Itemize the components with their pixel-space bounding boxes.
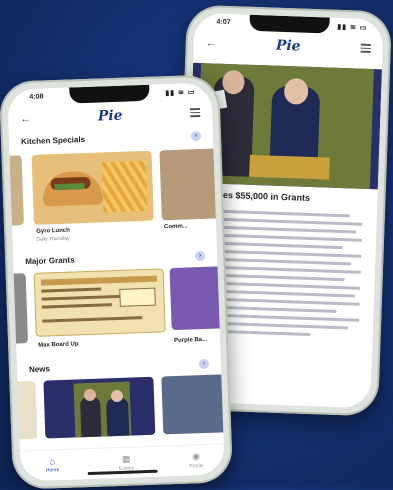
news-card-partial[interactable] [161,374,225,435]
hamburger-menu-icon[interactable] [189,107,201,119]
app-logo: Pie [97,107,123,125]
news-section: News › [11,358,225,455]
section-title: News [28,364,51,375]
hamburger-menu-icon[interactable] [360,43,371,55]
app-logo: Pie [275,37,301,55]
front-phone-screen: 4:08 ▮▮ ≋ ▭ Pie ← Kitchen Specials › Gyr… [7,82,225,482]
chevron-right-icon[interactable]: › [190,130,202,142]
section-title: Major Grants [25,255,75,267]
food-card-partial[interactable] [7,155,24,226]
bottom-tab-bar: ⌂ Home ▦ Events ◉ Profile [19,443,225,482]
food-card-gyro[interactable] [31,150,154,225]
front-phone-frame: 4:08 ▮▮ ≋ ▭ Pie ← Kitchen Specials › Gyr… [0,74,234,490]
home-indicator [87,469,158,476]
back-arrow-icon[interactable]: ← [20,113,31,125]
promo-background: { "back_phone": { "status_time": "4:07",… [0,0,393,490]
tab-label: Profile [189,463,204,470]
food-card-partial[interactable] [159,148,222,221]
app-bar: Pie ← [193,31,383,64]
profile-icon: ◉ [192,451,201,462]
card-title: Purple Ba... [173,336,208,345]
chevron-right-icon[interactable]: › [194,250,206,262]
status-time: 4:07 [216,18,231,27]
article-headline: ...cates $55,000 in Grants [202,189,311,203]
home-icon: ⌂ [49,456,56,467]
card-subtitle: Daily Thursday [36,235,70,243]
tab-home[interactable]: ⌂ Home [32,456,73,474]
grant-card-partial[interactable] [7,273,29,344]
status-time: 4:08 [29,93,44,101]
section-title: Kitchen Specials [20,134,86,147]
card-title: Gyro Lunch [36,227,70,235]
tab-profile[interactable]: ◉ Profile [176,451,217,470]
notch [248,14,330,34]
kitchen-specials-section: Kitchen Specials › Gyro Lunch Daily Thur… [7,130,222,248]
card-title: Comm... [164,223,188,231]
status-icons: ▮▮ ≋ ▭ [165,89,196,98]
major-grants-section: Major Grants › Max Board Up Purple Ba... [7,250,225,357]
card-title: Max Board Up [38,341,79,349]
back-arrow-icon[interactable]: ← [206,37,217,49]
calendar-icon: ▦ [121,453,131,464]
status-icons: ▮▮ ≋ ▭ [337,23,368,32]
grant-card-partial[interactable] [169,266,225,331]
tab-label: Home [45,467,60,474]
chevron-right-icon[interactable]: › [198,358,210,370]
notch [69,84,150,104]
news-card-partial[interactable] [11,380,38,440]
news-card-grant-photo[interactable] [43,376,156,439]
app-bar: Pie ← [8,101,213,134]
grant-card-check[interactable] [33,268,166,337]
